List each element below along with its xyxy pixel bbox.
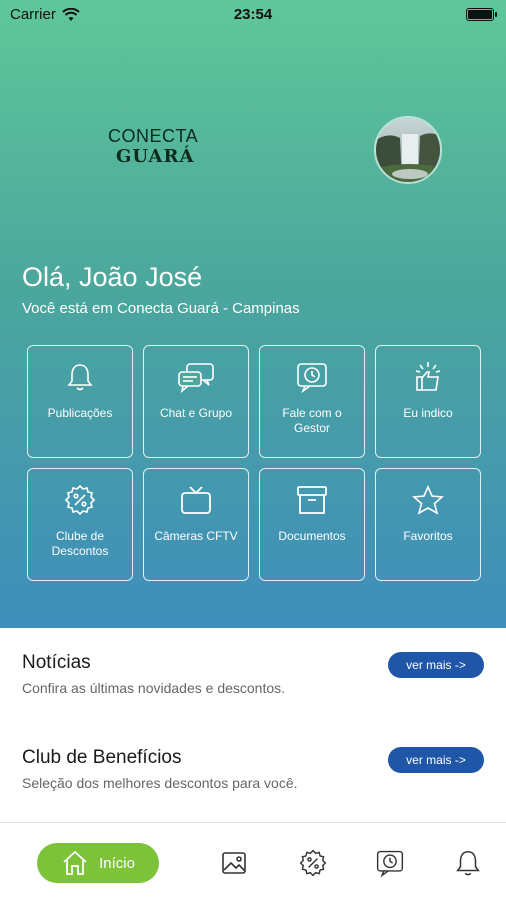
tab-gallery[interactable] — [218, 847, 250, 879]
shortcut-grid: Publicações Chat e Grupo Fale com o Gest… — [27, 345, 481, 581]
logo-bottom-text: GUARÁ — [116, 146, 195, 167]
avatar[interactable] — [374, 116, 442, 184]
tile-documentos[interactable]: Documentos — [259, 468, 365, 581]
clock: 23:54 — [233, 6, 273, 23]
tile-favoritos[interactable]: Favoritos — [375, 468, 481, 581]
tile-clube-descontos[interactable]: Clube de Descontos — [27, 468, 133, 581]
logo-top-text: CONECTA — [108, 126, 199, 146]
news-section: Notícias Confira as últimas novidades e … — [22, 652, 484, 696]
tile-label: Fale com o Gestor — [282, 406, 342, 435]
bell-icon — [456, 850, 480, 876]
discount-badge-icon — [63, 483, 97, 517]
tile-eu-indico[interactable]: Eu indico — [375, 345, 481, 458]
benefits-more-button[interactable]: ver mais -> — [388, 747, 484, 773]
tab-discounts[interactable] — [297, 847, 329, 879]
greeting: Olá, João José — [22, 262, 203, 292]
battery-level — [468, 10, 492, 19]
tile-label: Favoritos — [403, 529, 453, 543]
tile-label: Câmeras CFTV — [154, 529, 238, 543]
tab-notifications[interactable] — [452, 847, 484, 879]
tile-publicacoes[interactable]: Publicações — [27, 345, 133, 458]
news-more-button[interactable]: ver mais -> — [388, 652, 484, 678]
archive-box-icon — [295, 483, 329, 517]
benefits-section: Club de Benefícios Seleção dos melhores … — [22, 747, 484, 791]
brand-logo: CONECTA GUARÁ — [108, 126, 204, 170]
gallery-icon — [222, 852, 246, 874]
tile-label: Publicações — [47, 406, 113, 420]
tile-label: Eu indico — [403, 406, 453, 420]
clock-message-icon — [376, 850, 404, 878]
tab-bar: Início — [0, 822, 506, 900]
tile-chat-grupo[interactable]: Chat e Grupo — [143, 345, 249, 458]
tile-label: Documentos — [278, 529, 346, 543]
battery-icon — [466, 8, 497, 21]
chat-bubbles-icon — [177, 360, 215, 394]
location-text: Você está em Conecta Guará - Campinas — [22, 300, 300, 317]
tab-home-label: Início — [99, 854, 135, 872]
star-icon — [411, 483, 445, 517]
clock-message-icon — [295, 360, 329, 394]
benefits-subtitle: Seleção dos melhores descontos para você… — [22, 775, 298, 791]
news-subtitle: Confira as últimas novidades e descontos… — [22, 680, 286, 696]
tab-messages[interactable] — [374, 847, 406, 879]
status-bar: Carrier 23:54 — [0, 0, 506, 30]
tile-cameras-cftv[interactable]: Câmeras CFTV — [143, 468, 249, 581]
tv-icon — [179, 483, 213, 517]
tab-home[interactable]: Início — [37, 843, 159, 883]
discount-badge-icon — [299, 849, 327, 877]
thumbs-up-icon — [411, 360, 445, 394]
tile-label: Chat e Grupo — [159, 406, 233, 420]
tile-label: Clube de Descontos — [51, 529, 109, 558]
tile-fale-gestor[interactable]: Fale com o Gestor — [259, 345, 365, 458]
bell-icon — [64, 360, 96, 394]
home-icon — [63, 850, 87, 875]
